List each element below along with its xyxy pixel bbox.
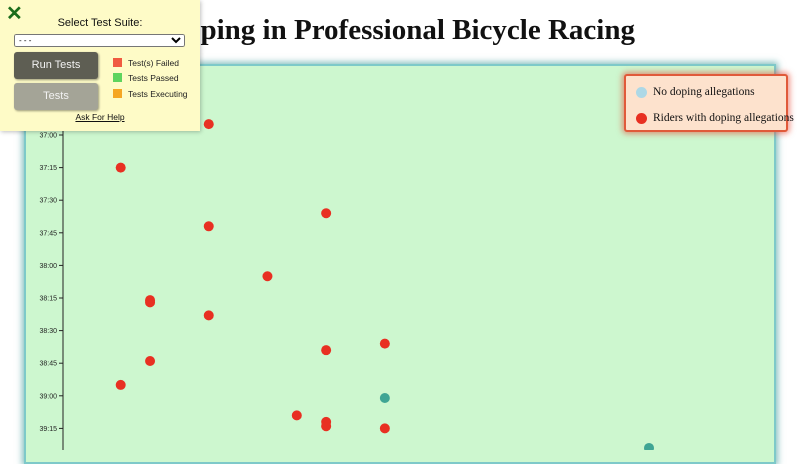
data-point-riders-with-doping-allegations[interactable] bbox=[321, 208, 332, 219]
status-failed: Test(s) Failed bbox=[113, 57, 179, 68]
y-tick-label: 38:30 bbox=[39, 328, 57, 335]
data-point-riders-with-doping-allegations[interactable] bbox=[115, 162, 126, 173]
status-executing-swatch bbox=[113, 89, 122, 98]
y-tick-label: 37:30 bbox=[39, 198, 57, 205]
data-point-riders-with-doping-allegations[interactable] bbox=[145, 356, 156, 367]
y-tick-label: 39:00 bbox=[39, 393, 57, 400]
y-tick-label: 37:45 bbox=[39, 230, 57, 237]
data-point-riders-with-doping-allegations[interactable] bbox=[379, 338, 390, 349]
y-tick-label: 38:00 bbox=[39, 263, 57, 270]
status-passed: Tests Passed bbox=[113, 72, 179, 83]
data-point-riders-with-doping-allegations[interactable] bbox=[321, 421, 332, 432]
y-tick-label: 38:45 bbox=[39, 361, 57, 368]
legend-item-no-doping: No doping allegations bbox=[636, 84, 755, 100]
data-point-riders-with-doping-allegations[interactable] bbox=[203, 221, 214, 232]
data-point-riders-with-doping-allegations[interactable] bbox=[291, 410, 302, 421]
y-tick-label: 37:00 bbox=[39, 133, 57, 140]
suite-label: Select Test Suite: bbox=[57, 17, 143, 29]
legend: No doping allegations Riders with doping… bbox=[624, 74, 794, 132]
data-point-no-doping-allegations[interactable] bbox=[379, 392, 390, 403]
y-tick-label: 39:15 bbox=[39, 426, 57, 433]
status-passed-label: Tests Passed bbox=[128, 72, 179, 83]
y-tick-label: 37:15 bbox=[39, 165, 57, 172]
data-point-riders-with-doping-allegations[interactable] bbox=[321, 345, 332, 356]
tests-button[interactable]: Tests bbox=[14, 83, 98, 110]
run-tests-button[interactable]: Run Tests bbox=[14, 52, 98, 79]
status-executing: Tests Executing bbox=[113, 88, 188, 99]
data-point-riders-with-doping-allegations[interactable] bbox=[203, 310, 214, 321]
data-point-riders-with-doping-allegations[interactable] bbox=[262, 271, 273, 282]
legend-label-doping: Riders with doping allegations bbox=[653, 112, 794, 124]
legend-marker-doping bbox=[636, 112, 647, 124]
data-point-riders-with-doping-allegations[interactable] bbox=[203, 119, 214, 130]
legend-marker-no-doping bbox=[636, 86, 647, 98]
data-point-no-doping-allegations[interactable] bbox=[644, 442, 654, 450]
data-point-riders-with-doping-allegations[interactable] bbox=[145, 295, 156, 306]
status-failed-swatch bbox=[113, 58, 122, 67]
status-passed-swatch bbox=[113, 73, 122, 82]
test-suite-select[interactable]: - - - bbox=[14, 34, 185, 47]
data-point-riders-with-doping-allegations[interactable] bbox=[379, 423, 390, 434]
test-panel: ✕ Select Test Suite: - - - Run Tests Tes… bbox=[0, 0, 200, 131]
legend-item-doping: Riders with doping allegations bbox=[636, 110, 794, 126]
status-executing-label: Tests Executing bbox=[128, 88, 188, 99]
ask-for-help-link[interactable]: Ask For Help bbox=[0, 112, 200, 122]
y-tick-label: 38:15 bbox=[39, 296, 57, 303]
data-point-riders-with-doping-allegations[interactable] bbox=[115, 379, 126, 390]
status-failed-label: Test(s) Failed bbox=[128, 57, 180, 68]
legend-label-no-doping: No doping allegations bbox=[653, 86, 755, 98]
